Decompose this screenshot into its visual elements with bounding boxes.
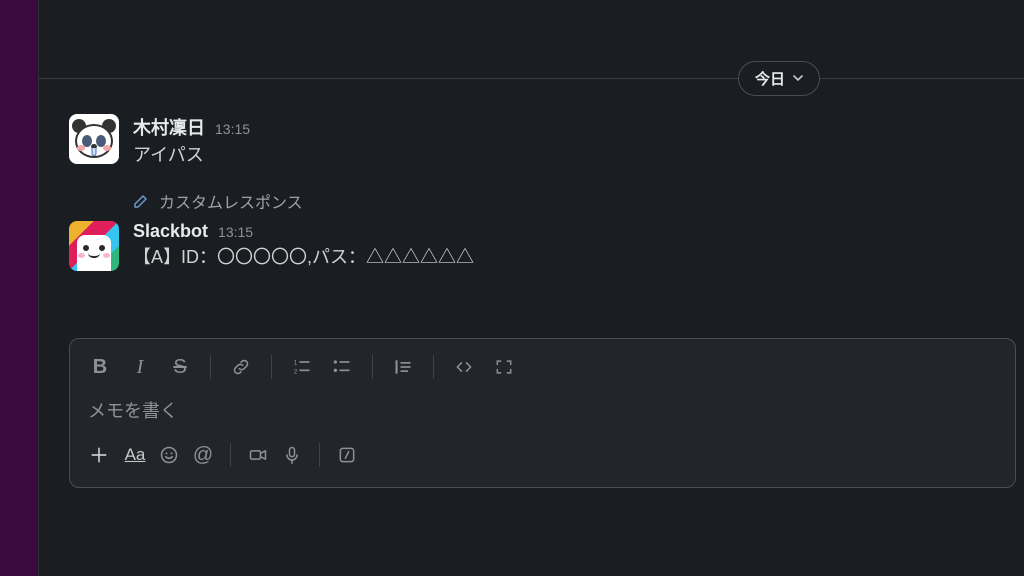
mention-button[interactable]: @ — [188, 437, 218, 473]
toolbar-separator — [210, 355, 211, 379]
message-time: 13:15 — [218, 224, 253, 240]
message: Slackbot 13:15 【A】ID：〇〇〇〇〇,パス：△△△△△△ — [39, 219, 1024, 279]
message-composer: B I S 12 — [69, 338, 1016, 488]
video-button[interactable] — [243, 437, 273, 473]
blockquote-button[interactable] — [385, 349, 421, 385]
toolbar-separator — [319, 443, 320, 467]
shortcuts-button[interactable] — [332, 437, 362, 473]
message-author[interactable]: 木村凜日 — [133, 114, 205, 140]
slackbot-icon — [77, 235, 111, 271]
date-jump-button[interactable]: 今日 — [738, 61, 820, 96]
toolbar-separator — [433, 355, 434, 379]
formatting-toggle-button[interactable]: Aa — [120, 437, 150, 473]
emoji-button[interactable] — [154, 437, 184, 473]
composer-input[interactable]: メモを書く — [70, 395, 1015, 433]
pencil-icon — [133, 193, 149, 209]
message-author[interactable]: Slackbot — [133, 221, 208, 242]
svg-text:2: 2 — [294, 369, 298, 376]
composer-placeholder: メモを書く — [88, 401, 178, 421]
toolbar-separator — [372, 355, 373, 379]
date-label: 今日 — [755, 68, 785, 89]
toolbar-separator — [271, 355, 272, 379]
message-text: アイパス — [133, 142, 994, 169]
toolbar-separator — [230, 443, 231, 467]
action-toolbar: Aa @ — [70, 433, 1015, 487]
app-frame: 今日 木村凜日 13:15 アイパス — [38, 0, 1024, 576]
avatar[interactable] — [69, 221, 119, 271]
strikethrough-button[interactable]: S — [162, 349, 198, 385]
chevron-down-icon — [793, 73, 803, 83]
audio-button[interactable] — [277, 437, 307, 473]
date-divider: 今日 — [39, 58, 1024, 98]
italic-button[interactable]: I — [122, 349, 158, 385]
ordered-list-button[interactable]: 12 — [284, 349, 320, 385]
custom-response-label: カスタムレスポンス — [159, 189, 303, 213]
bold-button[interactable]: B — [82, 349, 118, 385]
message: 木村凜日 13:15 アイパス — [39, 106, 1024, 177]
divider-line — [39, 78, 1024, 79]
attach-button[interactable] — [82, 438, 116, 472]
avatar[interactable] — [69, 114, 119, 164]
bullet-list-button[interactable] — [324, 349, 360, 385]
code-block-button[interactable] — [486, 349, 522, 385]
code-button[interactable] — [446, 349, 482, 385]
custom-response-row[interactable]: カスタムレスポンス — [39, 183, 1024, 219]
message-text: 【A】ID：〇〇〇〇〇,パス：△△△△△△ — [133, 244, 994, 271]
format-toolbar: B I S 12 — [70, 339, 1015, 395]
message-time: 13:15 — [215, 121, 250, 137]
panda-icon — [73, 118, 115, 160]
link-button[interactable] — [223, 349, 259, 385]
svg-text:1: 1 — [294, 360, 298, 367]
